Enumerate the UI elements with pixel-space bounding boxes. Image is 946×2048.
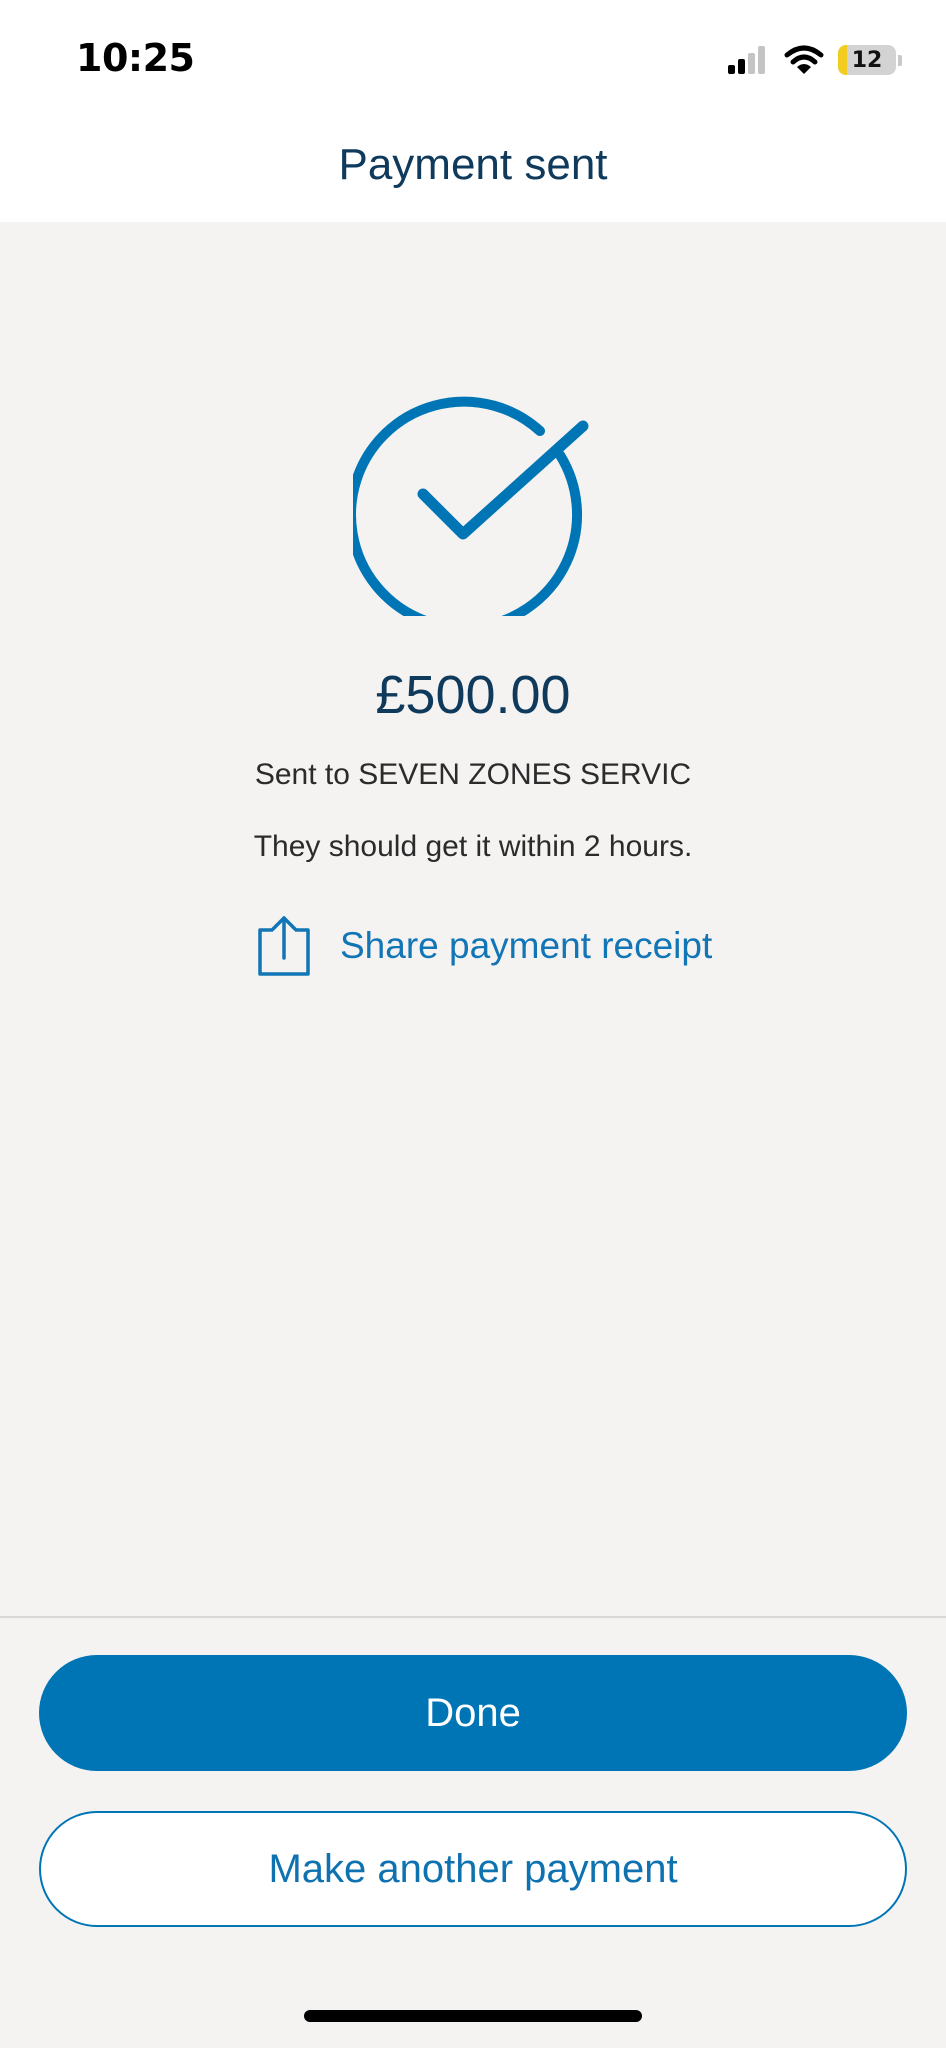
- payment-amount: £500.00: [375, 665, 571, 725]
- done-button[interactable]: Done: [39, 1655, 907, 1771]
- make-another-payment-button[interactable]: Make another payment: [39, 1811, 907, 1927]
- share-receipt-link[interactable]: Share payment receipt: [256, 914, 712, 978]
- battery-percentage: 12: [851, 47, 883, 73]
- battery-cap: [898, 54, 902, 66]
- page-title: Payment sent: [338, 140, 608, 189]
- status-bar: 10:25 12: [0, 0, 946, 110]
- home-indicator[interactable]: [304, 2010, 642, 2022]
- wifi-icon: [784, 45, 824, 74]
- cellular-signal-icon: [728, 46, 765, 74]
- footer-divider: [0, 1616, 946, 1618]
- recipient-text: Sent to SEVEN ZONES SERVIC: [254, 758, 692, 791]
- share-upload-icon: [258, 916, 310, 976]
- nav-header: Payment sent: [0, 110, 946, 222]
- status-icons: 12: [726, 38, 902, 82]
- eta-text: They should get it within 2 hours.: [253, 830, 693, 863]
- check-circle-icon: [346, 376, 593, 633]
- battery-icon: 12: [838, 45, 896, 75]
- status-time: 10:25: [76, 36, 195, 80]
- share-receipt-label: Share payment receipt: [340, 925, 713, 966]
